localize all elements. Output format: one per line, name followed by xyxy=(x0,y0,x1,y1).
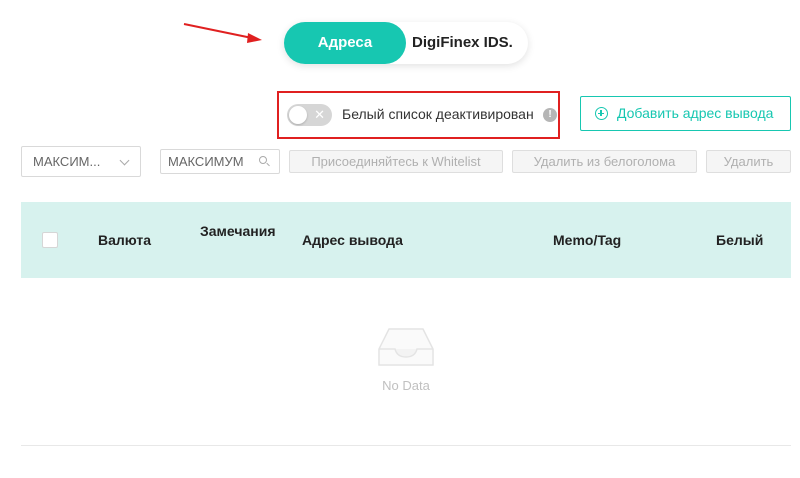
search-input[interactable]: МАКСИМУМ xyxy=(160,149,280,174)
address-tabs: Адреса DigiFinex IDS. xyxy=(284,22,528,64)
empty-inbox-icon xyxy=(378,328,434,366)
whitelist-toggle-group: ✕ Белый список деактивирован ! xyxy=(277,91,560,139)
annotation-arrow xyxy=(183,23,262,43)
delete-button[interactable]: Удалить xyxy=(706,150,791,173)
column-withdrawal-address: Адрес вывода xyxy=(302,232,403,248)
close-icon: ✕ xyxy=(314,107,325,122)
table-header: Валюта Замечания Адрес вывода Memo/Tag Б… xyxy=(21,202,791,278)
column-remarks: Замечания xyxy=(200,223,276,239)
empty-state-text: No Data xyxy=(382,378,430,393)
join-whitelist-button[interactable]: Присоединяйтесь к Whitelist xyxy=(289,150,503,173)
currency-select[interactable]: МАКСИМ... xyxy=(21,146,141,177)
table-bottom-divider xyxy=(21,445,791,446)
add-withdrawal-address-button[interactable]: Добавить адрес вывода xyxy=(580,96,791,131)
toggle-knob xyxy=(289,106,307,124)
search-icon xyxy=(259,156,267,164)
column-whitelist: Белый xyxy=(716,232,764,248)
select-all-checkbox[interactable] xyxy=(42,232,58,248)
plus-circle-icon xyxy=(595,107,608,120)
chevron-down-icon xyxy=(119,155,130,166)
column-currency: Валюта xyxy=(98,232,152,248)
whitelist-toggle[interactable]: ✕ xyxy=(287,104,332,126)
whitelist-status-label: Белый список деактивирован xyxy=(342,106,534,122)
column-memo-tag: Memo/Tag xyxy=(553,232,622,248)
currency-select-value: МАКСИМ... xyxy=(33,154,101,169)
tab-addresses[interactable]: Адреса xyxy=(284,22,406,64)
info-icon[interactable]: ! xyxy=(543,108,557,122)
add-withdrawal-address-label: Добавить адрес вывода xyxy=(617,105,774,121)
tab-digifinex-ids[interactable]: DigiFinex IDS. xyxy=(412,22,513,64)
remove-from-whitelist-button[interactable]: Удалить из белоголома xyxy=(512,150,697,173)
search-input-value: МАКСИМУМ xyxy=(168,154,244,169)
